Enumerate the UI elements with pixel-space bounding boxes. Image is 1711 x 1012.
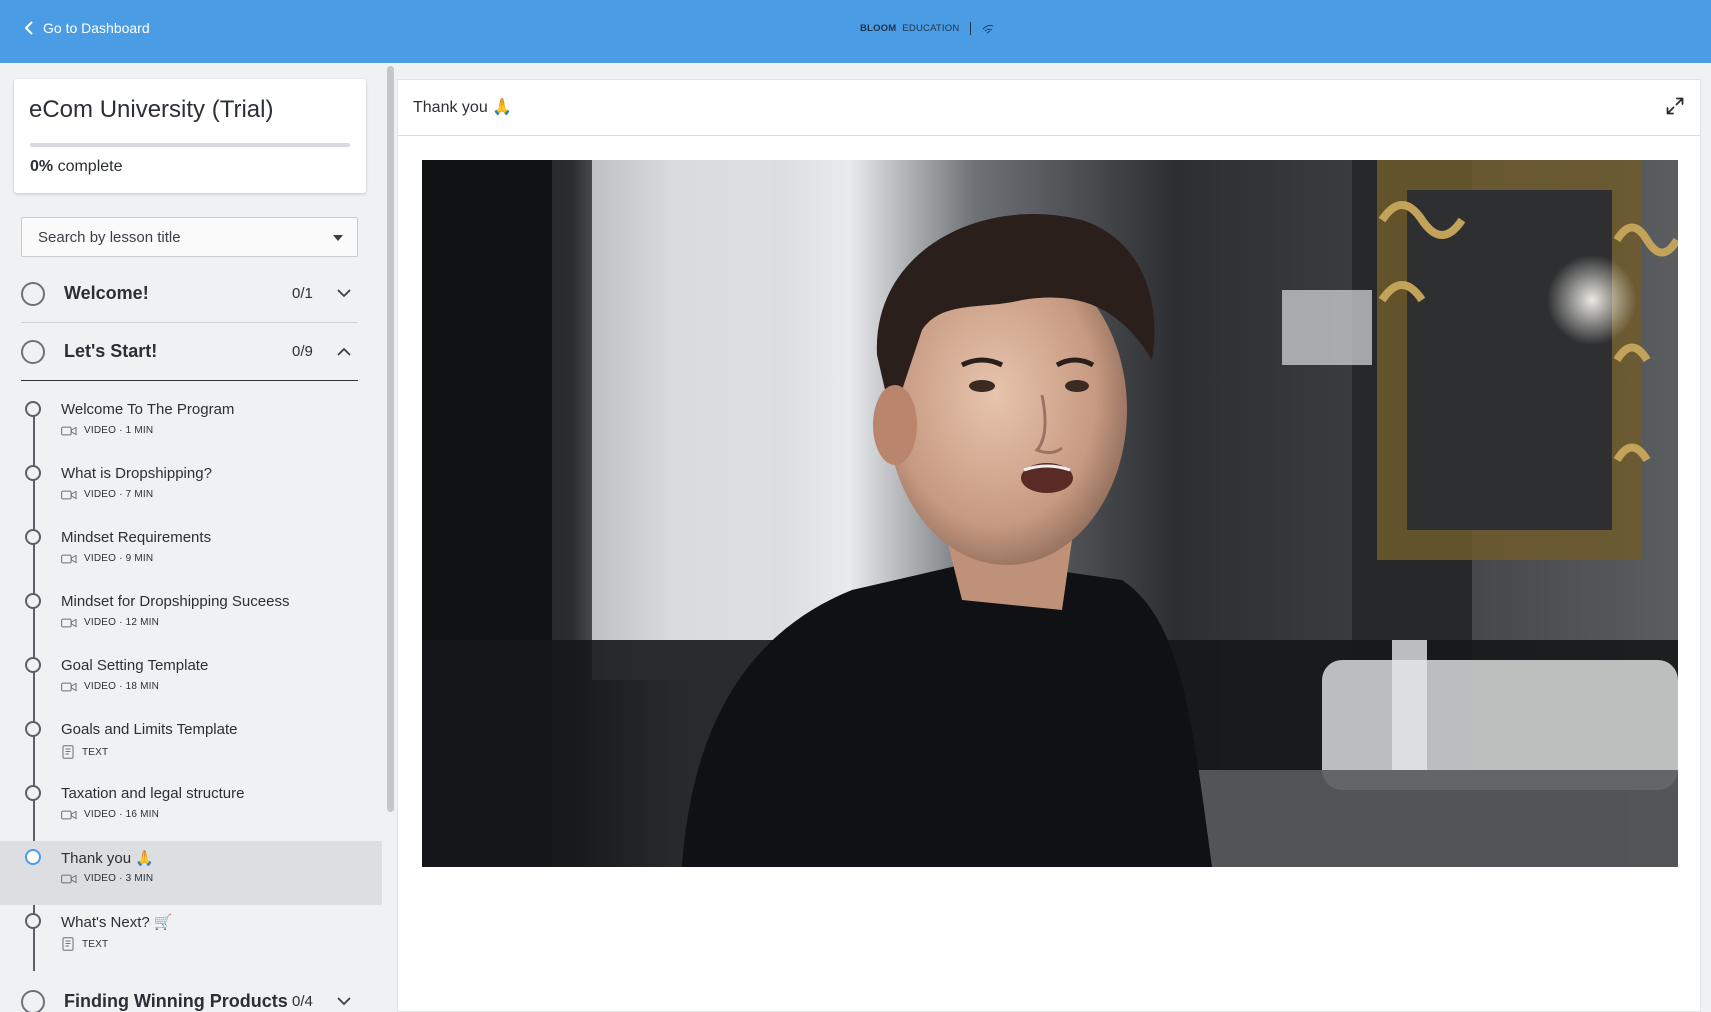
lesson-status-icon xyxy=(25,785,41,801)
text-icon xyxy=(62,745,74,759)
lesson-item[interactable]: Welcome To The Program VIDEO · 1 MIN xyxy=(0,393,382,457)
lesson-item[interactable]: Taxation and legal structure VIDEO · 16 … xyxy=(0,777,382,841)
lesson-title: What's Next? 🛒 xyxy=(61,914,173,931)
sidebar-scrollbar-thumb[interactable] xyxy=(387,66,394,812)
section-title: Welcome! xyxy=(64,283,149,303)
go-to-dashboard-label: Go to Dashboard xyxy=(43,20,150,36)
video-icon xyxy=(61,426,77,435)
lesson-status-icon xyxy=(25,465,41,481)
lesson-meta: VIDEO · 18 MIN xyxy=(61,681,159,692)
lesson-title: What is Dropshipping? xyxy=(61,465,212,482)
section-finding-winning-products[interactable]: Finding Winning Products 0/4 xyxy=(21,973,358,1012)
lesson-meta: VIDEO · 7 MIN xyxy=(61,489,153,500)
course-card: eCom University (Trial) 0% complete xyxy=(14,79,366,193)
top-bar: Go to Dashboard BLOOM EDUCATION xyxy=(0,0,1711,63)
chevron-down-icon xyxy=(337,289,351,297)
lesson-title: Welcome To The Program xyxy=(61,401,235,418)
lesson-search-placeholder: Search by lesson title xyxy=(38,228,181,246)
brand-logo: BLOOM EDUCATION xyxy=(860,22,994,35)
section-progress-ring-icon xyxy=(21,281,45,306)
section-count: 0/1 xyxy=(292,285,313,302)
lesson-item-active[interactable]: Thank you 🙏 VIDEO · 3 MIN xyxy=(0,841,382,905)
progress-percent: 0% xyxy=(30,158,54,175)
section-count: 0/4 xyxy=(292,993,313,1010)
lesson-header: Thank you 🙏 xyxy=(398,80,1700,136)
progress-suffix: complete xyxy=(53,158,123,175)
course-progress-bar xyxy=(30,143,350,147)
lesson-item[interactable]: What is Dropshipping? VIDEO · 7 MIN xyxy=(0,457,382,521)
chevron-up-icon xyxy=(337,348,351,356)
video-icon xyxy=(61,554,77,563)
lesson-status-icon xyxy=(25,657,41,673)
lesson-item[interactable]: Mindset Requirements VIDEO · 9 MIN xyxy=(0,521,382,585)
lesson-title: Taxation and legal structure xyxy=(61,785,245,802)
lesson-title: Thank you 🙏 xyxy=(61,850,154,867)
lesson-status-icon xyxy=(25,913,41,929)
video-icon xyxy=(61,490,77,499)
section-progress-ring-icon xyxy=(21,339,45,364)
video-icon xyxy=(61,682,77,691)
lesson-meta: VIDEO · 16 MIN xyxy=(61,809,159,820)
course-sidebar: eCom University (Trial) 0% complete Sear… xyxy=(0,63,382,1012)
section-title: Finding Winning Products xyxy=(64,991,288,1011)
section-count: 0/9 xyxy=(292,343,313,360)
lesson-meta: TEXT xyxy=(61,745,108,759)
video-icon xyxy=(61,618,77,627)
lesson-item[interactable]: Goals and Limits Template TEXT xyxy=(0,713,382,777)
lesson-meta: VIDEO · 9 MIN xyxy=(61,553,153,564)
lesson-title: Goals and Limits Template xyxy=(61,721,238,738)
lesson-meta: VIDEO · 3 MIN xyxy=(61,873,153,884)
caret-down-icon xyxy=(333,235,343,241)
lesson-title: Thank you 🙏 xyxy=(413,99,513,116)
lesson-item[interactable]: What's Next? 🛒 TEXT xyxy=(0,905,382,969)
video-frame-image xyxy=(422,160,1678,867)
video-player[interactable] xyxy=(422,160,1678,867)
progress-text: 0% complete xyxy=(30,158,123,176)
lesson-status-icon xyxy=(25,593,41,609)
lesson-item[interactable]: Mindset for Dropshipping Suceess VIDEO ·… xyxy=(0,585,382,649)
brand-mark-icon xyxy=(983,24,994,33)
lesson-status-icon xyxy=(25,401,41,417)
section-progress-ring-icon xyxy=(21,989,45,1012)
lesson-title: Mindset for Dropshipping Suceess xyxy=(61,593,290,610)
lesson-status-icon xyxy=(25,721,41,737)
video-icon xyxy=(61,810,77,819)
sidebar-scrollbar[interactable] xyxy=(385,63,397,1012)
video-icon xyxy=(61,874,77,883)
lesson-content: Thank you 🙏 xyxy=(397,79,1701,1012)
lesson-title: Goal Setting Template xyxy=(61,657,209,674)
lesson-meta: VIDEO · 1 MIN xyxy=(61,425,153,436)
lesson-status-icon xyxy=(25,529,41,545)
lesson-status-icon xyxy=(25,849,41,865)
course-title: eCom University (Trial) xyxy=(29,96,274,123)
section-title: Let's Start! xyxy=(64,341,158,361)
section-divider xyxy=(21,380,358,381)
lesson-search-select[interactable]: Search by lesson title xyxy=(21,217,358,257)
go-to-dashboard-link[interactable]: Go to Dashboard xyxy=(24,20,150,36)
expand-icon[interactable] xyxy=(1666,97,1684,115)
chevron-down-icon xyxy=(337,997,351,1005)
lesson-meta: VIDEO · 12 MIN xyxy=(61,617,159,628)
chevron-left-icon xyxy=(25,21,33,35)
lesson-meta: TEXT xyxy=(61,937,108,951)
section-welcome[interactable]: Welcome! 0/1 xyxy=(21,265,358,322)
section-lets-start[interactable]: Let's Start! 0/9 xyxy=(21,323,358,380)
text-icon xyxy=(62,937,74,951)
lesson-title: Mindset Requirements xyxy=(61,529,212,546)
lesson-item[interactable]: Goal Setting Template VIDEO · 18 MIN xyxy=(0,649,382,713)
